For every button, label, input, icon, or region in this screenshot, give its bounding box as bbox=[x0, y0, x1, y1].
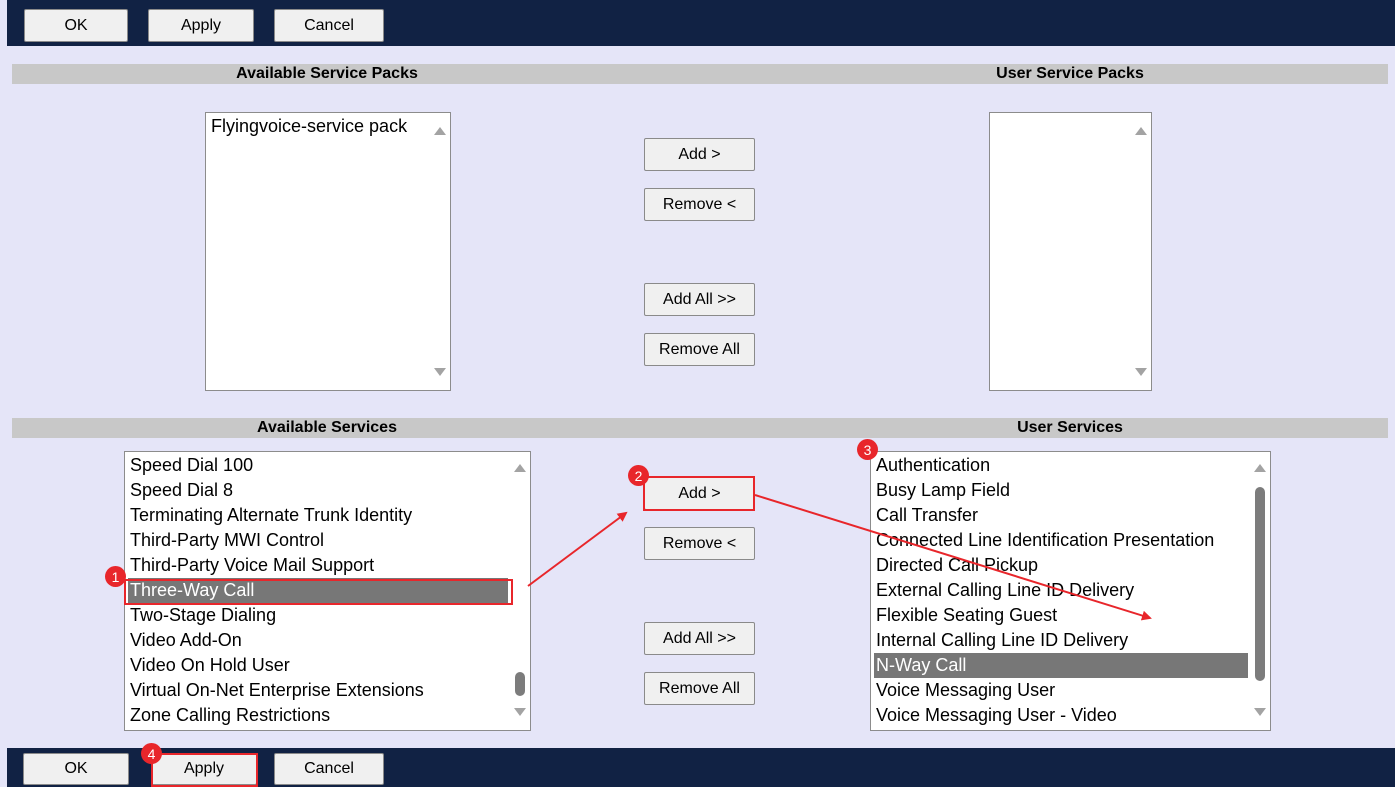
list-item[interactable]: Directed Call Pickup bbox=[874, 553, 1248, 578]
scroll-up-icon[interactable] bbox=[1135, 127, 1147, 135]
step-badge-1: 1 bbox=[105, 566, 126, 587]
available-service-packs-list[interactable]: Flyingvoice-service pack bbox=[205, 112, 451, 391]
scroll-down-icon[interactable] bbox=[1254, 708, 1266, 716]
list-item[interactable]: Speed Dial 100 bbox=[128, 453, 508, 478]
scrollbar[interactable] bbox=[510, 452, 530, 730]
list-item[interactable]: Virtual On-Net Enterprise Extensions bbox=[128, 678, 508, 703]
cancel-button-top[interactable]: Cancel bbox=[274, 9, 384, 42]
list-item[interactable]: External Calling Line ID Delivery bbox=[874, 578, 1248, 603]
available-services-title: Available Services bbox=[257, 419, 397, 436]
scroll-down-icon[interactable] bbox=[434, 368, 446, 376]
scrollbar[interactable] bbox=[1250, 452, 1270, 730]
scroll-down-icon[interactable] bbox=[514, 708, 526, 716]
remove-service-button[interactable]: Remove < bbox=[644, 527, 755, 560]
add-service-button[interactable]: Add > bbox=[644, 477, 755, 510]
remove-service-pack-button[interactable]: Remove < bbox=[644, 188, 755, 221]
ok-button-bottom[interactable]: OK bbox=[23, 753, 129, 785]
list-item[interactable]: Flexible Seating Guest bbox=[874, 603, 1248, 628]
list-item[interactable]: Third-Party MWI Control bbox=[128, 528, 508, 553]
available-services-items: Speed Dial 100 Speed Dial 8 Terminating Al… bbox=[128, 453, 508, 728]
list-item[interactable]: Authentication bbox=[874, 453, 1248, 478]
list-item[interactable]: Connected Line Identification Presentati… bbox=[874, 528, 1248, 553]
available-services-list[interactable]: Speed Dial 100 Speed Dial 8 Terminating Al… bbox=[124, 451, 531, 731]
top-toolbar: OK Apply Cancel bbox=[7, 0, 1395, 46]
add-all-services-button[interactable]: Add All >> bbox=[644, 622, 755, 655]
list-item[interactable]: Busy Lamp Field bbox=[874, 478, 1248, 503]
user-services-title: User Services bbox=[1017, 419, 1123, 436]
list-item[interactable]: Three-Way Call bbox=[128, 578, 508, 603]
scroll-up-icon[interactable] bbox=[1254, 464, 1266, 472]
user-services-items: Authentication Busy Lamp Field Call Transf… bbox=[874, 453, 1248, 728]
list-item[interactable]: N-Way Call bbox=[874, 653, 1248, 678]
scroll-thumb[interactable] bbox=[515, 672, 525, 696]
services-header: Available Services User Services bbox=[12, 418, 1388, 438]
bottom-toolbar: OK Apply Cancel bbox=[7, 748, 1395, 787]
service-packs-header: Available Service Packs User Service Pac… bbox=[12, 64, 1388, 84]
scroll-down-icon[interactable] bbox=[1135, 368, 1147, 376]
list-item[interactable]: Internal Calling Line ID Delivery bbox=[874, 628, 1248, 653]
list-item[interactable]: Two-Stage Dialing bbox=[128, 603, 508, 628]
user-service-packs-list[interactable] bbox=[989, 112, 1152, 391]
list-item[interactable]: Flyingvoice-service pack bbox=[209, 114, 428, 139]
list-item[interactable]: Third-Party Voice Mail Support bbox=[128, 553, 508, 578]
list-item[interactable]: Voice Messaging User - Video bbox=[874, 703, 1248, 728]
list-item[interactable]: Speed Dial 8 bbox=[128, 478, 508, 503]
list-item[interactable]: Voice Messaging User bbox=[874, 678, 1248, 703]
apply-button-top[interactable]: Apply bbox=[148, 9, 254, 42]
apply-button-bottom[interactable]: Apply bbox=[151, 753, 257, 785]
available-service-packs-title: Available Service Packs bbox=[236, 65, 418, 82]
user-services-list[interactable]: Authentication Busy Lamp Field Call Transf… bbox=[870, 451, 1271, 731]
list-item[interactable]: Video Add-On bbox=[128, 628, 508, 653]
remove-all-services-button[interactable]: Remove All bbox=[644, 672, 755, 705]
add-all-service-packs-button[interactable]: Add All >> bbox=[644, 283, 755, 316]
scroll-up-icon[interactable] bbox=[434, 127, 446, 135]
list-item[interactable]: Terminating Alternate Trunk Identity bbox=[128, 503, 508, 528]
list-item[interactable]: Call Transfer bbox=[874, 503, 1248, 528]
scrollbar[interactable] bbox=[430, 113, 450, 390]
ok-button-top[interactable]: OK bbox=[24, 9, 128, 42]
scroll-up-icon[interactable] bbox=[514, 464, 526, 472]
scrollbar[interactable] bbox=[1131, 113, 1151, 390]
list-item[interactable]: Video On Hold User bbox=[128, 653, 508, 678]
cancel-button-bottom[interactable]: Cancel bbox=[274, 753, 384, 785]
user-service-packs-title: User Service Packs bbox=[996, 65, 1144, 82]
scroll-thumb[interactable] bbox=[1255, 487, 1265, 681]
add-service-pack-button[interactable]: Add > bbox=[644, 138, 755, 171]
list-item[interactable]: Zone Calling Restrictions bbox=[128, 703, 508, 728]
remove-all-service-packs-button[interactable]: Remove All bbox=[644, 333, 755, 366]
arrow-to-add-icon bbox=[527, 511, 628, 587]
available-service-packs-items: Flyingvoice-service pack bbox=[209, 114, 428, 139]
